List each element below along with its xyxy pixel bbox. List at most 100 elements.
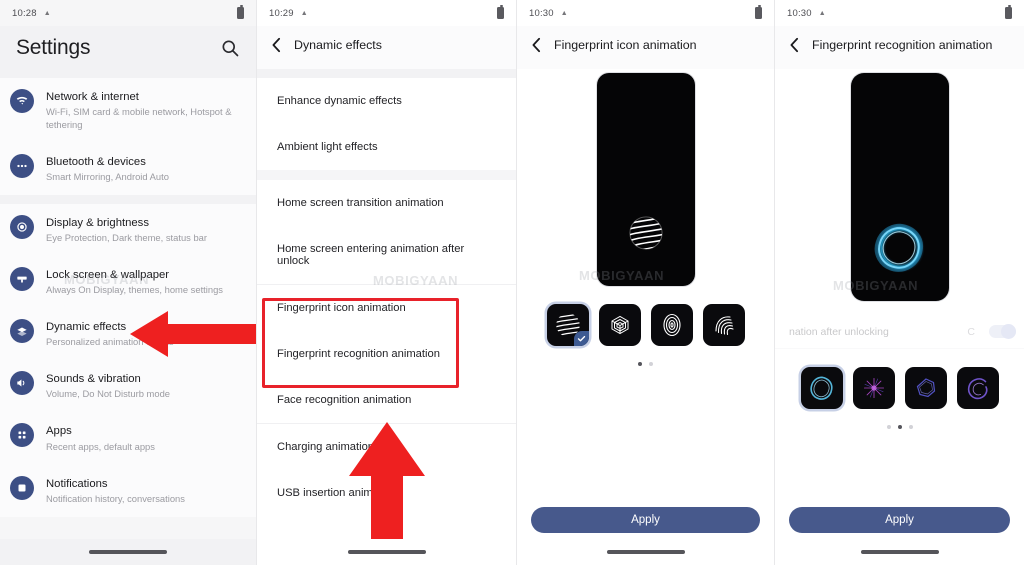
wifi-icon [10, 89, 34, 113]
panel-fingerprint-icon-animation: 10:30 ▲ Fingerprint icon animation Apply… [516, 0, 774, 565]
status-time: 10:29 [269, 7, 294, 19]
pager-dot[interactable] [886, 425, 891, 429]
home-indicator[interactable] [606, 550, 685, 554]
back-chevron-icon[interactable] [789, 37, 800, 53]
pager-dot[interactable] [649, 362, 653, 366]
lock-screen-icon [10, 267, 34, 292]
oval-fingerprint-icon [662, 313, 681, 337]
sidebar-item-sublabel: Always On Display, themes, home settings [46, 284, 223, 296]
list-item-fingerprint-icon-animation[interactable]: Fingerprint icon animation [257, 285, 516, 331]
home-indicator[interactable] [860, 550, 939, 554]
status-bar: 10:28 ▲ [0, 0, 256, 26]
thumbnail-purple-burst[interactable] [852, 367, 895, 409]
sidebar-item-sounds-vibration[interactable]: Sounds & vibration Volume, Do Not Distur… [0, 360, 256, 412]
pager-dot[interactable] [908, 425, 913, 429]
search-icon[interactable] [220, 38, 240, 58]
section-divider [257, 170, 516, 180]
sidebar-item-label: Lock screen & wallpaper [46, 269, 170, 282]
warning-triangle-icon: ▲ [818, 9, 826, 17]
section-divider [257, 69, 516, 78]
status-time: 10:28 [12, 7, 37, 19]
warning-triangle-icon: ▲ [560, 9, 568, 17]
back-chevron-icon[interactable] [271, 37, 282, 53]
battery-icon [1005, 5, 1012, 19]
violet-swirl-icon [967, 378, 988, 400]
page-title: Settings [16, 36, 91, 59]
sidebar-item-display-brightness[interactable]: Display & brightness Eye Protection, Dar… [0, 204, 256, 256]
thumbnail-violet-swirl[interactable] [956, 367, 999, 409]
thumbnail-striped-sphere[interactable] [546, 304, 589, 346]
sidebar-item-network-internet[interactable]: Network & internet Wi-Fi, SIM card & mob… [0, 78, 256, 143]
sidebar-item-text: Display & brightness Eye Protection, Dar… [46, 215, 207, 245]
navigation-bar [775, 539, 1024, 565]
list-item-enhance-dynamic-effects[interactable]: Enhance dynamic effects [257, 78, 516, 124]
pager-dots [517, 346, 774, 366]
panel-fingerprint-recognition-animation: 10:30 ▲ Fingerprint recognition animatio… [774, 0, 1024, 565]
back-chevron-icon[interactable] [531, 37, 542, 53]
thumbnail-indigo-hexring[interactable] [904, 367, 947, 409]
sidebar-item-label: Bluetooth & devices [46, 156, 146, 169]
page-title: Fingerprint icon animation [554, 38, 697, 52]
navigation-bar [0, 539, 256, 565]
status-time: 10:30 [529, 7, 554, 19]
settings-list: Network & internet Wi-Fi, SIM card & mob… [0, 78, 256, 517]
battery-icon [237, 5, 244, 19]
apply-button[interactable]: Apply [531, 507, 760, 533]
sidebar-item-label: Dynamic effects [46, 321, 127, 334]
sidebar-item-sublabel: Eye Protection, Dark theme, status bar [46, 232, 208, 244]
sidebar-item-label: Apps [46, 425, 72, 438]
thumbnail-arc-fingerprint[interactable] [702, 304, 745, 346]
list-item-home-screen-entering-animation[interactable]: Home screen entering animation after unl… [257, 226, 516, 284]
sidebar-item-sublabel: Recent apps, default apps [46, 440, 155, 452]
sidebar-item-notifications[interactable]: Notifications Notification history, conv… [0, 465, 256, 517]
list-item-charging-animation[interactable]: Charging animation [257, 424, 516, 470]
sidebar-item-text: Bluetooth & devices Smart Mirroring, And… [46, 154, 169, 184]
list-item-ambient-light-effects[interactable]: Ambient light effects [257, 124, 516, 170]
blue-energy-ring-art [874, 223, 925, 273]
sidebar-item-label: Network & internet [46, 91, 139, 103]
thumbnail-oval-fingerprint[interactable] [650, 304, 693, 346]
sidebar-item-text: Dynamic effects Personalized animation e… [46, 319, 174, 349]
animation-after-unlocking-row[interactable]: nation after unlocking C [775, 315, 1024, 349]
hex-layers-icon [611, 315, 628, 335]
phone-preview [596, 73, 695, 286]
indigo-hexring-icon [916, 378, 935, 398]
bluetooth-devices-icon [10, 154, 34, 179]
sidebar-item-sublabel: Volume, Do Not Disturb mode [46, 388, 171, 400]
apply-button-container: Apply [775, 507, 1024, 533]
sidebar-item-text: Lock screen & wallpaper Always On Displa… [46, 267, 223, 297]
phone-preview [850, 73, 949, 301]
list-item-face-recognition-animation[interactable]: Face recognition animation [257, 377, 516, 423]
screenshot-strip: 10:28 ▲ Settings Network & internet Wi-F… [0, 0, 1024, 565]
home-indicator[interactable] [347, 550, 426, 554]
sounds-vibration-icon [10, 371, 34, 396]
status-bar: 10:30 ▲ [517, 0, 774, 26]
home-indicator[interactable] [89, 550, 167, 554]
sidebar-item-apps[interactable]: Apps Recent apps, default apps [0, 412, 256, 464]
display-brightness-icon [10, 215, 34, 240]
preview-area [775, 69, 1024, 301]
row-label: nation after unlocking [789, 325, 889, 338]
navigation-bar [517, 539, 774, 565]
apply-button-container: Apply [517, 507, 774, 533]
page-title: Fingerprint recognition animation [812, 38, 993, 52]
apply-button[interactable]: Apply [789, 507, 1010, 533]
list-item-home-screen-transition-animation[interactable]: Home screen transition animation [257, 180, 516, 226]
list-item-fingerprint-recognition-animation[interactable]: Fingerprint recognition animation [257, 331, 516, 377]
sidebar-item-bluetooth-devices[interactable]: Bluetooth & devices Smart Mirroring, And… [0, 143, 256, 195]
pager-dot[interactable] [638, 362, 642, 366]
list-item-usb-insertion-animation[interactable]: USB insertion animation [257, 470, 516, 516]
pager-dot[interactable] [897, 425, 902, 429]
battery-icon [497, 5, 504, 19]
sidebar-item-lock-screen-wallpaper[interactable]: Lock screen & wallpaper Always On Displa… [0, 256, 256, 308]
thumbnail-hex-layers[interactable] [598, 304, 641, 346]
notifications-icon [10, 475, 34, 500]
sidebar-item-sublabel: Smart Mirroring, Android Auto [46, 171, 169, 183]
sidebar-item-dynamic-effects[interactable]: Dynamic effects Personalized animation e… [0, 308, 256, 360]
settings-header: Settings [0, 26, 256, 78]
toggle-switch[interactable] [989, 324, 1016, 339]
sidebar-item-sublabel: Personalized animation effects [46, 336, 174, 348]
panel-dynamic-effects: 10:29 ▲ Dynamic effects Enhance dynamic … [256, 0, 516, 565]
row-value: C [967, 325, 975, 338]
thumbnail-blue-ring[interactable] [800, 367, 843, 409]
